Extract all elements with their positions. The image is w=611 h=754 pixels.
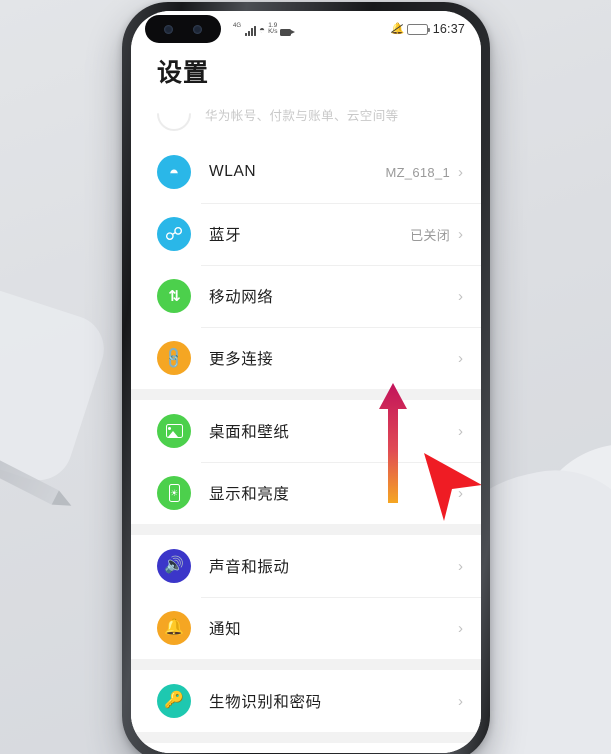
chevron-right-icon: › [458, 619, 463, 637]
settings-group: 桌面和壁纸 › ☀ 显示和亮度 › [131, 400, 481, 524]
phone-device: 4G ◓ 1.9 K/s 🔔 16:37 设置 华为帐号、付款与账单、云空间等 [122, 2, 490, 754]
settings-row-key[interactable]: 🔑 生物识别和密码 › [131, 670, 481, 732]
settings-list[interactable]: ◓ WLAN MZ_618_1 › ☍ 蓝牙 已关闭 › ⇅ 移动网络 › 🔗 更多连接 › 桌面和壁纸 › ☀… [131, 141, 481, 753]
settings-row-label: 声音和振动 [209, 559, 290, 576]
group-separator [131, 732, 481, 743]
status-right-icons: 🔔 16:37 [391, 22, 465, 36]
group-separator [131, 389, 481, 400]
punch-hole-camera [145, 15, 221, 43]
wallpaper-icon [157, 414, 191, 448]
chevron-right-icon: › [458, 484, 463, 502]
chevron-right-icon: › [458, 225, 463, 243]
settings-group: 🔊 声音和振动 › 🔔 通知 › [131, 535, 481, 659]
link-icon: 🔗 [157, 341, 191, 375]
chevron-right-icon: › [458, 163, 463, 181]
settings-row-wifi[interactable]: ◓ WLAN MZ_618_1 › [131, 141, 481, 203]
settings-row-mobile-network[interactable]: ⇅ 移动网络 › [131, 265, 481, 327]
settings-row-label: 通知 [209, 621, 242, 638]
key-icon: 🔑 [157, 684, 191, 718]
status-left-icons: 4G ◓ 1.9 K/s [233, 22, 296, 36]
settings-header: 设置 华为帐号、付款与账单、云空间等 [131, 47, 481, 141]
settings-row-apps-grid[interactable]: 应用› [131, 743, 481, 753]
signal-bars-icon [245, 25, 257, 36]
chevron-right-icon: › [458, 422, 463, 440]
wifi-icon: ◓ [157, 155, 191, 189]
group-separator [131, 659, 481, 670]
status-clock: 16:37 [432, 22, 465, 36]
settings-row-label: 显示和亮度 [209, 486, 290, 503]
wifi-icon: ◓ [259, 24, 266, 36]
settings-row-sound[interactable]: 🔊 声音和振动 › [131, 535, 481, 597]
settings-row-label: 生物识别和密码 [209, 694, 322, 711]
network-speed-indicator: 1.9 K/s [268, 22, 278, 36]
chevron-right-icon: › [458, 287, 463, 305]
settings-row-link[interactable]: 🔗 更多连接 › [131, 327, 481, 389]
mobile-network-icon: ⇅ [157, 279, 191, 313]
speed-unit: K/s [268, 28, 278, 35]
camera-lens-icon [193, 24, 202, 34]
settings-row-label: 蓝牙 [209, 227, 242, 244]
bell-mute-icon: 🔔 [390, 23, 405, 35]
status-bar: 4G ◓ 1.9 K/s 🔔 16:37 [131, 11, 481, 47]
battery-icon [406, 23, 430, 35]
bluetooth-icon: ☍ [157, 217, 191, 251]
chevron-right-icon: › [458, 692, 463, 710]
settings-row-value: 已关闭 [410, 227, 450, 243]
settings-row-label: 更多连接 [209, 351, 274, 368]
settings-row-label: WLAN [209, 163, 257, 180]
group-separator [131, 524, 481, 535]
account-entry[interactable]: 华为帐号、付款与账单、云空间等 [131, 97, 481, 141]
network-type-label: 4G [233, 22, 242, 29]
settings-row-label: 移动网络 [209, 289, 274, 306]
screen-record-icon [280, 28, 296, 36]
settings-group: 🔑 生物识别和密码 › [131, 670, 481, 732]
brightness-icon: ☀ [157, 476, 191, 510]
chevron-right-icon: › [458, 557, 463, 575]
notification-bell-icon: 🔔 [157, 611, 191, 645]
settings-row-bluetooth[interactable]: ☍ 蓝牙 已关闭 › [131, 203, 481, 265]
settings-group: ◓ WLAN MZ_618_1 › ☍ 蓝牙 已关闭 › ⇅ 移动网络 › 🔗 更多连接 › [131, 141, 481, 389]
settings-row-value: MZ_618_1 [385, 164, 450, 180]
camera-lens-icon [164, 24, 173, 34]
page-title: 设置 [157, 59, 210, 87]
chevron-right-icon: › [458, 349, 463, 367]
settings-row-brightness[interactable]: ☀ 显示和亮度 › [131, 462, 481, 524]
avatar-icon [157, 113, 191, 131]
phone-screen: 4G ◓ 1.9 K/s 🔔 16:37 设置 华为帐号、付款与账单、云空间等 [131, 11, 481, 753]
settings-group: 应用› [131, 743, 481, 753]
settings-row-wallpaper[interactable]: 桌面和壁纸 › [131, 400, 481, 462]
desk-prop-left [0, 280, 113, 490]
sound-icon: 🔊 [157, 549, 191, 583]
settings-row-label: 桌面和壁纸 [209, 424, 290, 441]
account-subtitle: 华为帐号、付款与账单、云空间等 [205, 108, 399, 123]
settings-row-notification-bell[interactable]: 🔔 通知 › [131, 597, 481, 659]
